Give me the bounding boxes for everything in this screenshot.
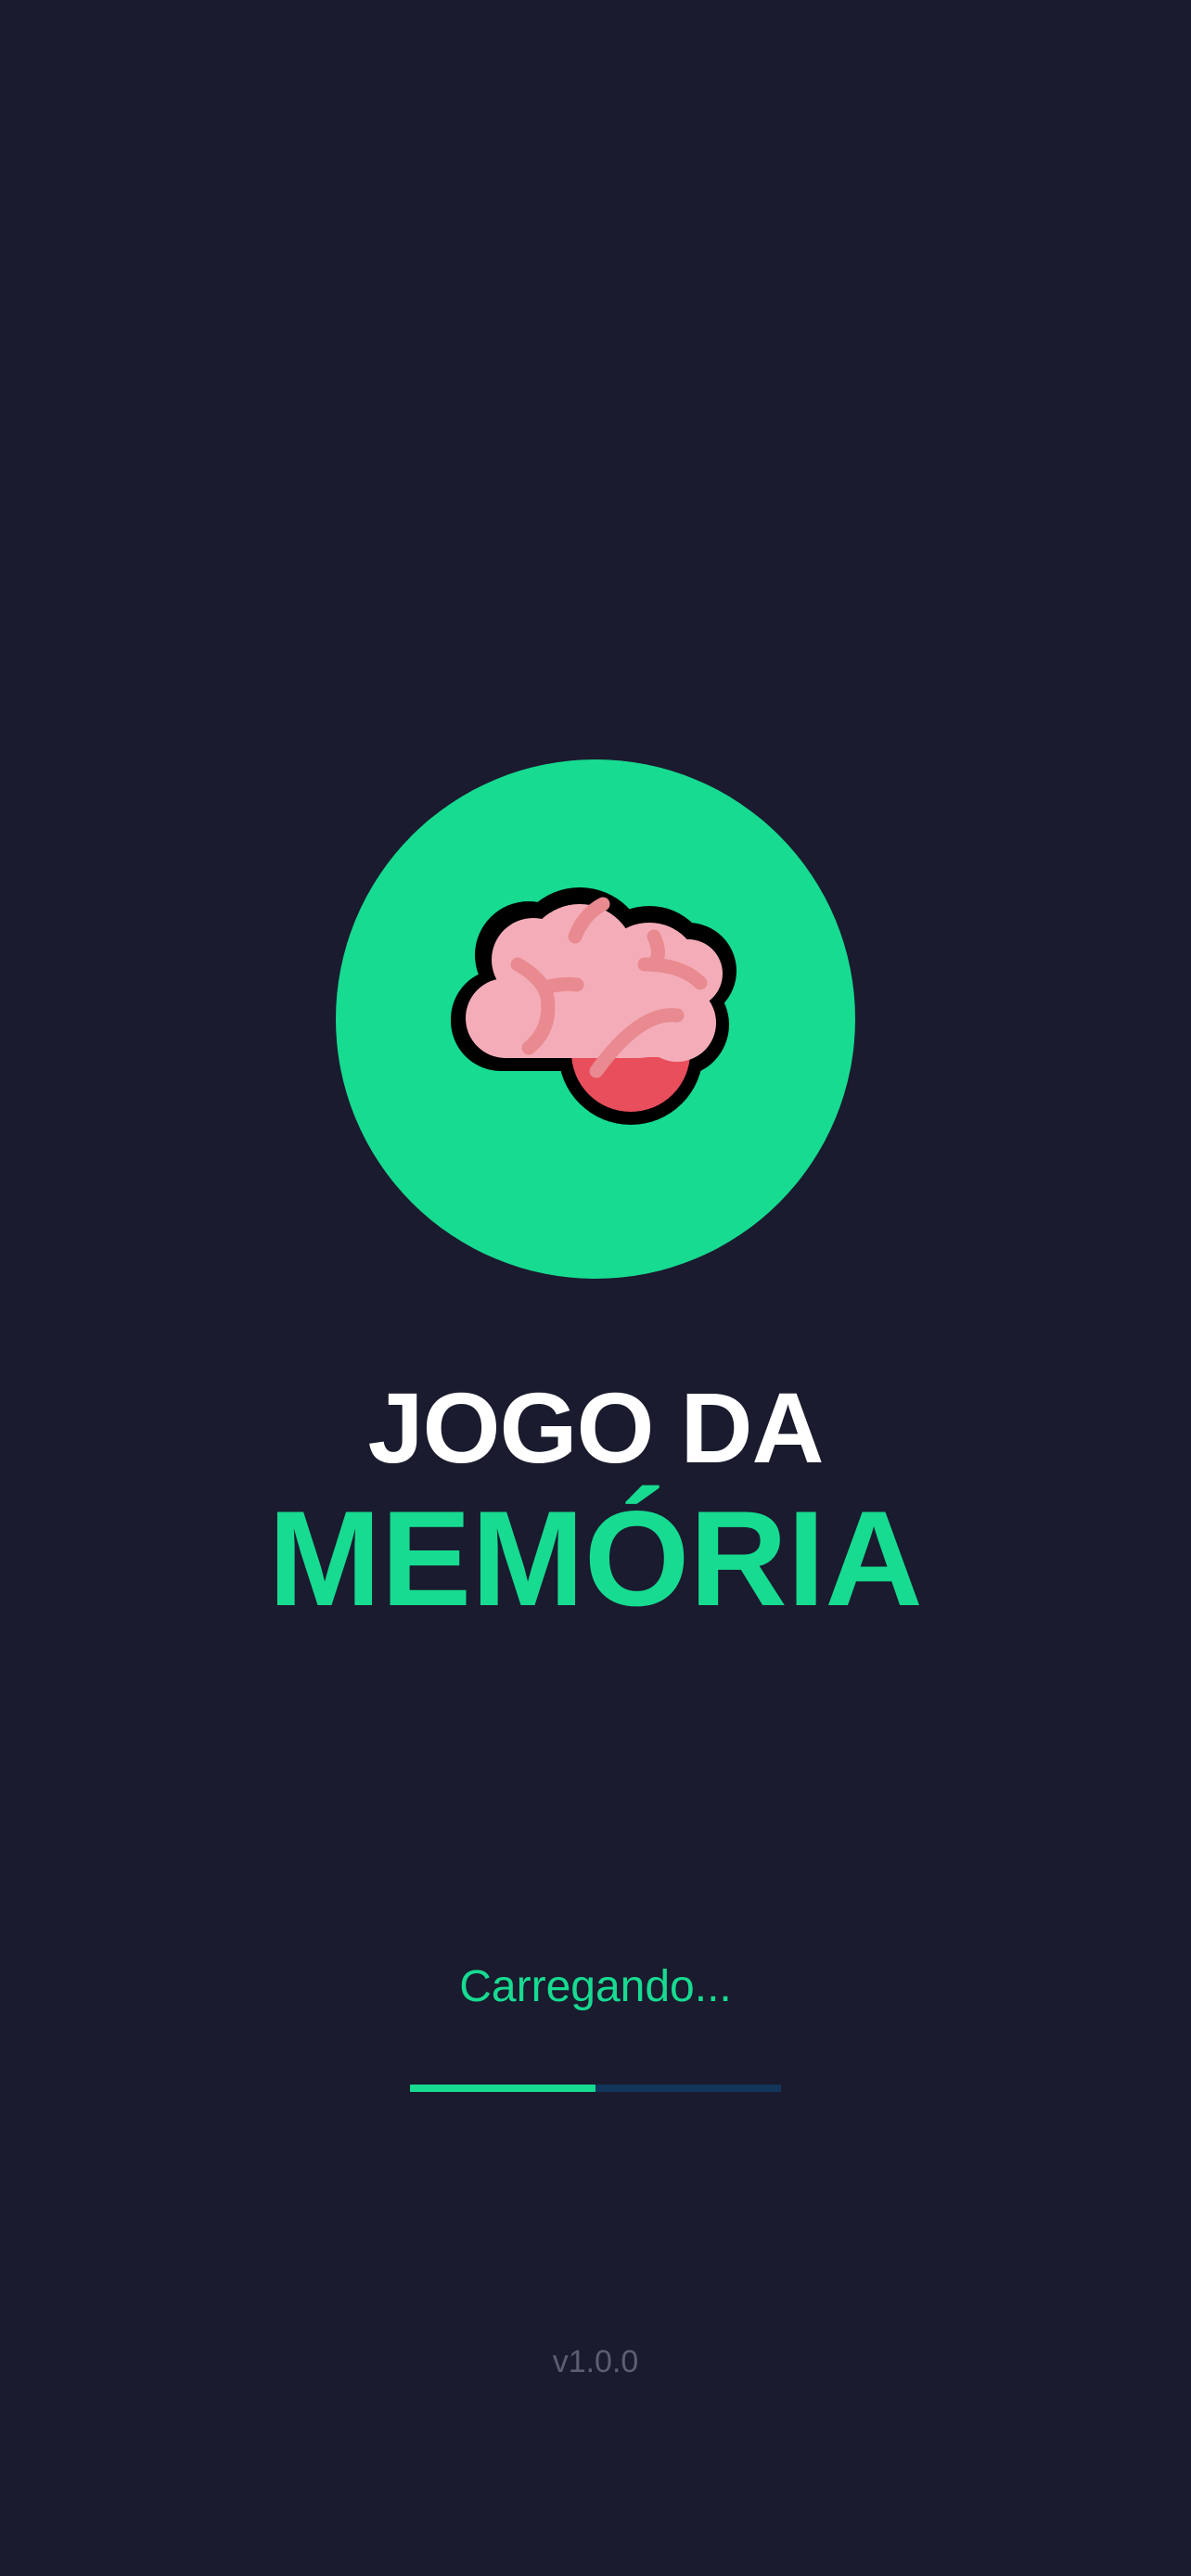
- loading-text: Carregando...: [459, 1962, 732, 2011]
- progress-bar: [410, 2085, 781, 2092]
- title-line-1: JOGO DA: [367, 1371, 824, 1484]
- progress-bar-fill: [410, 2085, 596, 2092]
- version-label: v1.0.0: [552, 2344, 639, 2379]
- title-line-2: MEMÓRIA: [268, 1483, 923, 1634]
- brain-icon: [451, 887, 736, 1125]
